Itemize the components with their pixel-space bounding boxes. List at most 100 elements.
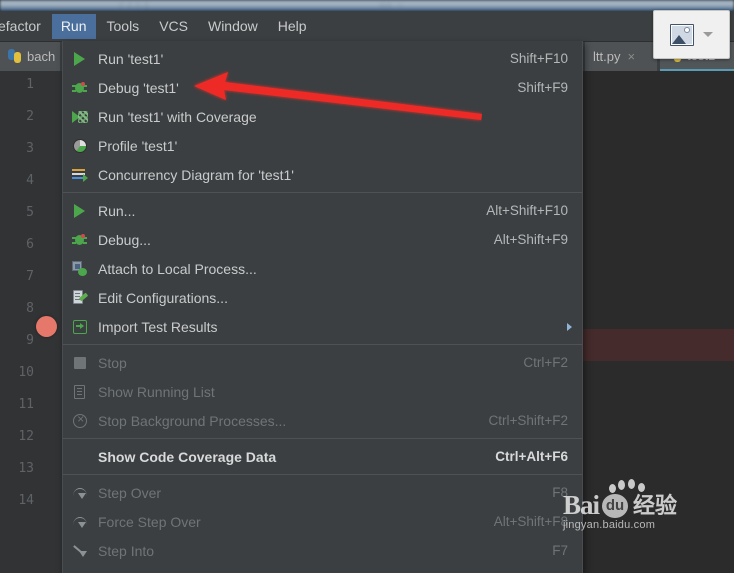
- editor-gutter[interactable]: 1 2 3 4 5 6 7 8 9 10 11 12 13 14: [0, 71, 63, 573]
- chevron-right-icon: [567, 323, 572, 331]
- run-play-icon: [71, 202, 89, 220]
- profile-icon: [71, 137, 89, 155]
- menu-item-shortcut: Alt+Shift+F9: [493, 232, 568, 247]
- step-into-icon: [71, 542, 89, 560]
- menubar-item-run[interactable]: Run: [51, 13, 96, 39]
- close-icon[interactable]: ×: [627, 49, 635, 64]
- menubar-item-help[interactable]: Help: [269, 14, 316, 39]
- line-number: 9: [26, 333, 34, 348]
- menu-item-label: Run...: [98, 202, 136, 219]
- run-play-icon: [71, 50, 89, 68]
- line-number: 1: [26, 77, 34, 92]
- menu-item-shortcut: F8: [552, 485, 568, 500]
- concurrency-icon: [71, 166, 89, 184]
- menu-separator: [63, 438, 582, 439]
- menu-item-stop-background-processes: Stop Background Processes... Ctrl+Shift+…: [63, 406, 582, 435]
- menu-item-show-code-coverage-data[interactable]: Show Code Coverage Data Ctrl+Alt+F6: [63, 442, 582, 471]
- menu-item-run-with-coverage[interactable]: Run 'test1' with Coverage: [63, 102, 582, 131]
- menu-item-import-test-results[interactable]: Import Test Results: [63, 312, 582, 341]
- image-capture-icon[interactable]: [670, 23, 694, 46]
- line-number: 14: [18, 493, 34, 508]
- step-over-icon: [71, 484, 89, 502]
- stop-icon: [71, 354, 89, 372]
- line-number: 12: [18, 429, 34, 444]
- chevron-down-icon[interactable]: [703, 32, 713, 37]
- menu-item-debug-dialog[interactable]: Debug... Alt+Shift+F9: [63, 225, 582, 254]
- coverage-icon: [71, 108, 89, 126]
- menubar-item-tools[interactable]: Tools: [98, 14, 149, 39]
- menubar-item-vcs[interactable]: VCS: [150, 14, 197, 39]
- menu-item-shortcut: Ctrl+Shift+F2: [488, 413, 568, 428]
- menu-item-label: Show Code Coverage Data: [98, 448, 277, 465]
- menu-item-label: Attach to Local Process...: [98, 260, 257, 277]
- menu-item-shortcut: Alt+Shift+F10: [486, 203, 568, 218]
- line-number: 3: [26, 141, 34, 156]
- debug-bug-icon: [71, 79, 89, 97]
- line-number: 7: [26, 269, 34, 284]
- menu-item-profile-test1[interactable]: Profile 'test1': [63, 131, 582, 160]
- run-dropdown-menu[interactable]: Run 'test1' Shift+F10 Debug 'test1' Shif…: [62, 41, 583, 573]
- menu-item-edit-configurations[interactable]: Edit Configurations...: [63, 283, 582, 312]
- line-number: 13: [18, 461, 34, 476]
- menu-item-step-over: Step Over F8: [63, 478, 582, 507]
- menu-item-label: Import Test Results: [98, 318, 218, 335]
- menubar-label: Window: [207, 17, 258, 34]
- menu-item-label: Debug...: [98, 231, 151, 248]
- running-list-icon: [71, 383, 89, 401]
- menu-item-label: Run 'test1': [98, 50, 164, 67]
- menu-item-label: Debug 'test1': [98, 79, 179, 96]
- menu-item-attach-to-local-process[interactable]: Attach to Local Process...: [63, 254, 582, 283]
- menu-separator: [63, 192, 582, 193]
- blank-icon: [71, 448, 89, 466]
- menu-item-shortcut: Ctrl+Alt+F6: [495, 449, 568, 464]
- menu-item-step-into: Step Into F7: [63, 536, 582, 565]
- line-number: 4: [26, 173, 34, 188]
- menu-item-label: Concurrency Diagram for 'test1': [98, 166, 294, 183]
- menu-item-label: Stop: [98, 354, 127, 371]
- line-number: 11: [18, 397, 34, 412]
- menu-item-concurrency-diagram[interactable]: Concurrency Diagram for 'test1': [63, 160, 582, 189]
- screenshot-tool-button[interactable]: [653, 10, 730, 59]
- menu-item-label: Profile 'test1': [98, 137, 178, 154]
- menu-item-shortcut: Shift+F10: [509, 51, 568, 66]
- menu-item-show-running-list: Show Running List: [63, 377, 582, 406]
- menu-item-label: Force Step Over: [98, 513, 201, 530]
- line-number: 6: [26, 237, 34, 252]
- line-number: 8: [26, 301, 34, 316]
- menubar-label: Run: [60, 17, 87, 34]
- menu-item-run-dialog[interactable]: Run... Alt+Shift+F10: [63, 196, 582, 225]
- menubar-label: VCS: [159, 17, 188, 34]
- breakpoint-marker[interactable]: [36, 316, 57, 337]
- editor-tab-ltt[interactable]: ltt.py ×: [585, 41, 657, 71]
- python-file-icon: [8, 49, 22, 63]
- menubar-item-window[interactable]: Window: [199, 14, 267, 39]
- force-step-over-icon: [71, 513, 89, 531]
- menubar-item-refactor[interactable]: efactor: [0, 14, 50, 39]
- menubar-label: Tools: [106, 17, 140, 34]
- import-results-icon: [71, 318, 89, 336]
- menu-item-debug-test1[interactable]: Debug 'test1' Shift+F9: [63, 73, 582, 102]
- menu-item-label: Step Over: [98, 484, 162, 501]
- line-number: 2: [26, 109, 34, 124]
- menu-item-run-test1[interactable]: Run 'test1' Shift+F10: [63, 44, 582, 73]
- screenshot-root: / / \ | <> ~ bach ltt.py × test1 1 2: [0, 0, 734, 573]
- editor-tab-label: bach: [27, 48, 56, 64]
- editor-tab-bach[interactable]: bach: [0, 41, 60, 71]
- menu-item-shortcut: Shift+F9: [517, 80, 568, 95]
- menu-item-label: Show Running List: [98, 383, 215, 400]
- menubar-label: Help: [277, 17, 307, 34]
- menu-separator: [63, 474, 582, 475]
- menu-item-label: Step Into: [98, 542, 155, 559]
- menu-item-stop: Stop Ctrl+F2: [63, 348, 582, 377]
- stop-background-icon: [71, 412, 89, 430]
- edit-config-icon: [71, 289, 89, 307]
- menubar-label: efactor: [0, 17, 41, 34]
- editor-tab-label: ltt.py: [593, 48, 621, 64]
- menu-item-label: Edit Configurations...: [98, 289, 228, 306]
- window-title-bar: / / \ | <> ~: [0, 0, 734, 11]
- menu-item-label: Stop Background Processes...: [98, 412, 287, 429]
- menu-item-force-step-into: Force Step Into Alt+Shift+F7: [63, 565, 582, 573]
- menu-item-shortcut: F7: [552, 543, 568, 558]
- menu-item-shortcut: Ctrl+F2: [523, 355, 568, 370]
- line-number: 5: [26, 205, 34, 220]
